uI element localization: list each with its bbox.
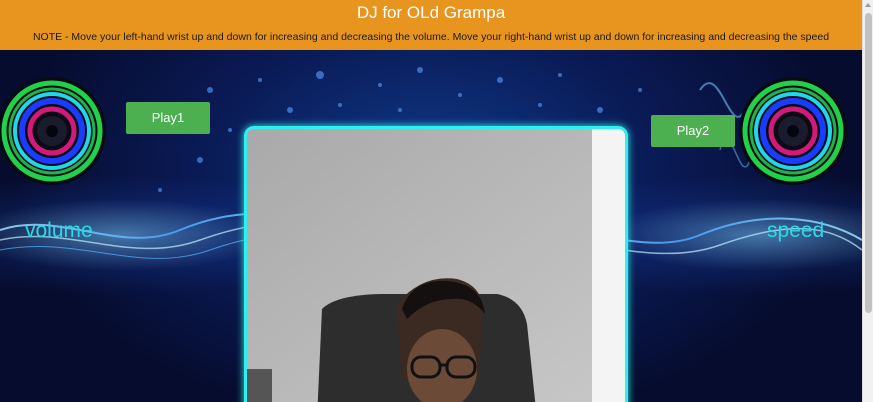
play2-button[interactable]: Play2 [651, 115, 735, 147]
vertical-scrollbar[interactable] [862, 0, 873, 402]
right-turntable-disc-icon [739, 77, 847, 185]
page-title: DJ for OLd Grampa [356, 3, 506, 22]
webcam-image [247, 129, 625, 402]
dj-stage: Play1 Play2 volume speed [0, 50, 862, 402]
instructions-note: NOTE - Move your left-hand wrist up and … [32, 31, 830, 43]
play1-button[interactable]: Play1 [126, 102, 210, 134]
webcam-feed [244, 126, 628, 402]
volume-label: volume [25, 219, 93, 242]
speed-label: speed [767, 219, 825, 242]
scroll-up-arrow-icon[interactable] [865, 3, 871, 7]
page-header: DJ for OLd Grampa NOTE - Move your left-… [0, 0, 862, 50]
left-turntable-disc-icon [0, 77, 106, 185]
scrollbar-thumb[interactable] [865, 13, 872, 313]
